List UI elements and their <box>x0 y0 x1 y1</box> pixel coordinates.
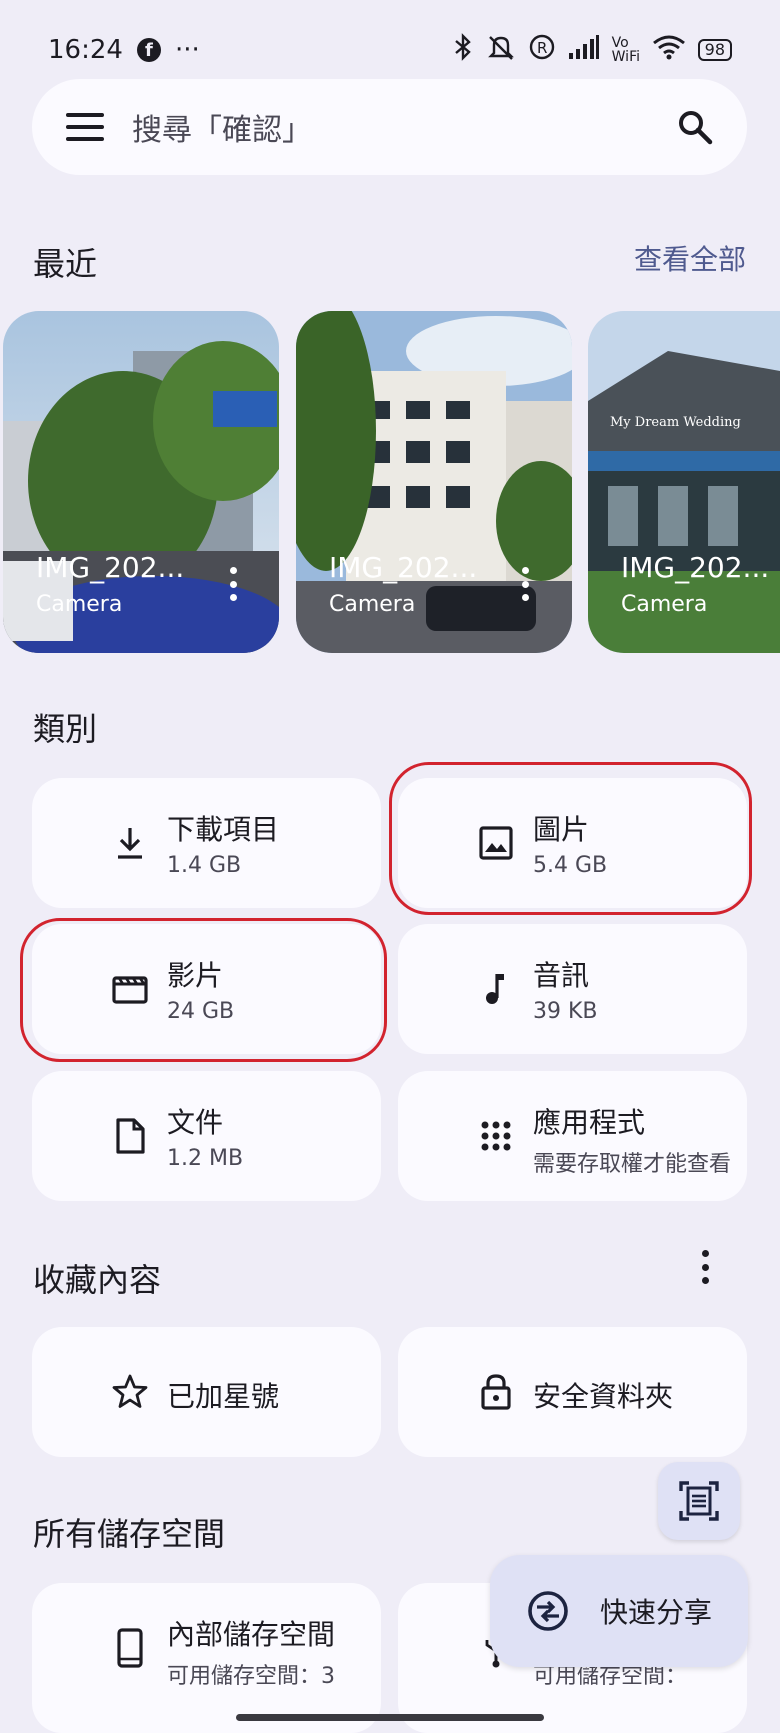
category-audio[interactable]: 音訊 39 KB <box>398 924 747 1054</box>
scan-icon <box>679 1481 719 1521</box>
quick-share-button[interactable]: 快速分享 <box>490 1555 748 1667</box>
recent-item-name: IMG_202... <box>329 551 478 584</box>
download-icon <box>109 822 151 864</box>
category-size: 需要存取權才能查看 <box>533 1152 732 1177</box>
music-note-icon <box>475 968 517 1010</box>
wifi-icon <box>652 34 686 66</box>
recent-title: 最近 <box>33 245 98 283</box>
category-documents[interactable]: 文件 1.2 MB <box>32 1071 381 1201</box>
highlight-videos <box>20 918 387 1062</box>
storage-label: 內部儲存空間 <box>167 1618 336 1651</box>
collection-label: 已加星號 <box>167 1380 280 1413</box>
battery-indicator: 98 <box>697 39 732 61</box>
search-bar[interactable]: 搜尋「確認」 <box>32 79 747 175</box>
roaming-icon: R <box>528 33 556 67</box>
view-all-link[interactable]: 查看全部 <box>634 238 746 278</box>
star-icon <box>109 1371 151 1413</box>
status-left: 16:24 f ··· <box>48 35 200 65</box>
recent-item-source: Camera <box>621 592 708 617</box>
category-label: 文件 <box>167 1106 224 1139</box>
recent-item-name: IMG_202... <box>36 551 185 584</box>
document-icon <box>109 1115 151 1157</box>
menu-icon[interactable] <box>66 113 104 141</box>
category-label: 應用程式 <box>533 1106 646 1139</box>
svg-text:My Dream Wedding: My Dream Wedding <box>610 415 741 430</box>
home-indicator[interactable] <box>236 1714 544 1721</box>
collections-title: 收藏內容 <box>33 1261 162 1299</box>
recent-item[interactable]: My Dream Wedding IMG_202... Camera <box>588 311 780 653</box>
category-label: 下載項目 <box>167 813 280 846</box>
mute-icon <box>486 33 516 67</box>
category-size: 1.2 MB <box>167 1146 244 1171</box>
category-size: 1.4 GB <box>167 853 242 878</box>
search-input[interactable]: 搜尋「確認」 <box>132 105 677 149</box>
recent-item[interactable]: IMG_202... Camera <box>296 311 572 653</box>
vowifi-label: Vo WiFi <box>611 35 640 65</box>
category-apps[interactable]: 應用程式 需要存取權才能查看 <box>398 1071 747 1201</box>
quick-share-label: 快速分享 <box>600 1596 713 1629</box>
facebook-icon: f <box>136 38 161 62</box>
collection-starred[interactable]: 已加星號 <box>32 1327 381 1457</box>
signal-icon <box>568 35 600 65</box>
storage-internal[interactable]: 內部儲存空間 可用儲存空間：3 <box>32 1583 381 1733</box>
collection-label: 安全資料夾 <box>533 1380 674 1413</box>
more-notifications-icon: ··· <box>174 35 200 65</box>
bluetooth-icon <box>452 33 474 67</box>
category-size: 39 KB <box>533 999 598 1024</box>
recent-item-source: Camera <box>329 592 416 617</box>
collections-more-icon[interactable] <box>702 1250 710 1284</box>
more-vert-icon[interactable] <box>230 567 238 601</box>
more-vert-icon[interactable] <box>522 567 530 601</box>
scan-document-button[interactable] <box>658 1462 740 1540</box>
recent-item-name: IMG_202... <box>621 551 770 584</box>
apps-grid-icon <box>475 1115 517 1157</box>
highlight-images <box>389 762 752 915</box>
lock-icon <box>475 1371 517 1413</box>
search-icon[interactable] <box>677 109 713 145</box>
status-right: R Vo WiFi 98 <box>452 33 732 67</box>
category-downloads[interactable]: 下載項目 1.4 GB <box>32 778 381 908</box>
recent-item-source: Camera <box>36 592 123 617</box>
storage-sub: 可用儲存空間：3 <box>167 1664 335 1689</box>
quick-share-icon <box>528 1591 568 1631</box>
status-time: 16:24 <box>48 35 123 65</box>
categories-title: 類別 <box>33 710 98 748</box>
recent-item[interactable]: IMG_202... Camera <box>3 311 279 653</box>
collection-safe-folder[interactable]: 安全資料夾 <box>398 1327 747 1457</box>
category-label: 音訊 <box>533 959 590 992</box>
phone-icon <box>109 1627 151 1669</box>
svg-text:R: R <box>537 39 547 57</box>
storage-title: 所有儲存空間 <box>33 1515 226 1553</box>
